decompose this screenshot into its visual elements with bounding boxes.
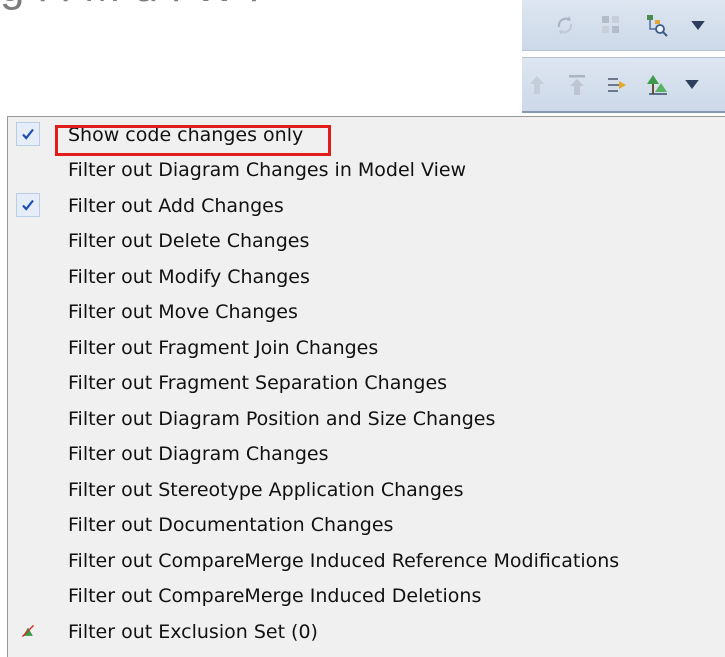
menu-item[interactable]: Filter out Fragment Join Changes — [8, 330, 725, 366]
menu-item[interactable]: Filter out Fragment Separation Changes — [8, 366, 725, 402]
menu-item[interactable]: Filter out Exclusion Set (0) — [8, 614, 725, 650]
checkmark-icon — [16, 193, 40, 217]
menu-item[interactable]: Filter out CompareMerge Induced Deletion… — [8, 579, 725, 615]
menu-item-label: Filter out Modify Changes — [68, 265, 310, 288]
menu-item-label: Filter out Exclusion Set (0) — [68, 620, 318, 643]
checkmark-icon — [16, 122, 40, 146]
menu-item[interactable]: Filter out CompareMerge Induced Referenc… — [8, 543, 725, 579]
check-placeholder — [16, 264, 40, 288]
menu-item-label: Filter out Diagram Changes in Model View — [68, 159, 467, 182]
menu-item-label: Filter out Add Changes — [68, 194, 284, 217]
tree-search-icon[interactable] — [644, 12, 670, 38]
menu-item[interactable]: Filter out Modify Changes — [8, 259, 725, 295]
menu-item-label: Filter out Fragment Join Changes — [68, 336, 379, 359]
menu-item-label: Filter out Fragment Separation Changes — [68, 372, 448, 395]
menu-item-label: Filter out Diagram Position and Size Cha… — [68, 407, 496, 430]
dropdown-arrow-icon[interactable] — [690, 12, 706, 38]
toolbar-bottom-row — [522, 57, 725, 113]
menu-item[interactable]: Show code changes only — [8, 117, 725, 153]
grid-layout-icon[interactable] — [598, 12, 624, 38]
check-placeholder — [16, 229, 40, 253]
menu-item[interactable]: Filter out Stereotype Application Change… — [8, 472, 725, 508]
check-placeholder — [16, 513, 40, 537]
menu-item-label: Filter out Delete Changes — [68, 230, 310, 253]
toolbar-top-row — [522, 0, 725, 51]
page-heading-fragment: g l l M d l W l — [0, 0, 259, 12]
check-placeholder — [16, 335, 40, 359]
menu-item[interactable]: Filter out Delete Changes — [8, 224, 725, 260]
check-placeholder — [16, 300, 40, 324]
menu-item[interactable]: Filter out Add Changes — [8, 188, 725, 224]
check-placeholder — [16, 442, 40, 466]
check-placeholder — [16, 371, 40, 395]
menu-item[interactable]: Filter out Diagram Changes in Model View — [8, 153, 725, 189]
menu-item-label: Filter out CompareMerge Induced Referenc… — [68, 549, 620, 572]
menu-item[interactable]: Filter out Documentation Changes — [8, 508, 725, 544]
dropdown-arrow-icon[interactable] — [684, 72, 700, 98]
merge-right-icon[interactable] — [604, 72, 630, 98]
menu-item[interactable]: Filter out Move Changes — [8, 295, 725, 331]
menu-item-label: Filter out Diagram Changes — [68, 443, 329, 466]
menu-item-label: Filter out Stereotype Application Change… — [68, 478, 464, 501]
check-placeholder — [16, 548, 40, 572]
tree-filter-icon[interactable] — [644, 72, 670, 98]
filter-context-menu: Show code changes only Filter out Diagram… — [7, 116, 725, 657]
menu-item-label: Filter out Move Changes — [68, 301, 298, 324]
exclusion-set-icon — [16, 619, 40, 643]
up-arrow-icon[interactable] — [524, 72, 550, 98]
menu-item-label: Filter out Documentation Changes — [68, 514, 394, 537]
menu-item-label: Show code changes only — [68, 123, 304, 146]
up-top-arrow-icon[interactable] — [564, 72, 590, 98]
check-placeholder — [16, 477, 40, 501]
sync-arrows-icon[interactable] — [552, 12, 578, 38]
menu-item-label: Filter out CompareMerge Induced Deletion… — [68, 585, 482, 608]
menu-item[interactable]: Filter out Diagram Changes — [8, 437, 725, 473]
check-placeholder — [16, 158, 40, 182]
check-placeholder — [16, 584, 40, 608]
menu-item[interactable]: Filter out Diagram Position and Size Cha… — [8, 401, 725, 437]
check-placeholder — [16, 406, 40, 430]
